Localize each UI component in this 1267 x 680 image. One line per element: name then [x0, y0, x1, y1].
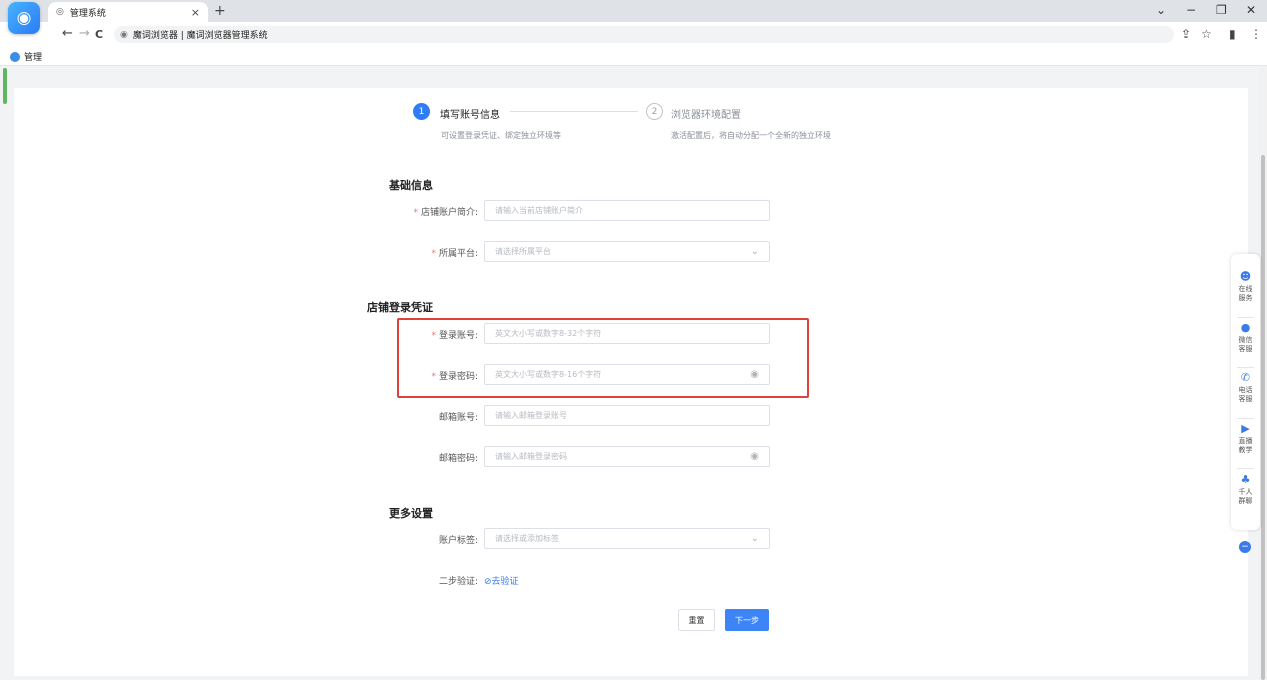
step-1-title: 填写账号信息	[440, 110, 500, 121]
scrollbar-thumb[interactable]	[1261, 155, 1265, 680]
tab-search-chevron-icon[interactable]: ⌄	[1156, 3, 1166, 17]
fingerprint-logo-icon[interactable]: ◉	[8, 2, 40, 34]
close-window-button[interactable]: ✕	[1246, 3, 1256, 17]
bookmarks-bar	[0, 46, 1267, 66]
shop-intro-field[interactable]	[495, 206, 759, 215]
bookmark-label: 管理	[24, 53, 43, 63]
email-password-field[interactable]	[495, 452, 747, 461]
chevron-down-icon[interactable]: ⌄	[751, 246, 759, 257]
browser-menu-icon[interactable]: ⋮	[1250, 27, 1262, 41]
divider	[1237, 317, 1254, 318]
step-1-description: 可设置登录凭证、绑定独立环境等	[441, 131, 561, 140]
highlight-box	[397, 318, 809, 398]
section-title-more: 更多设置	[389, 507, 433, 520]
online-service-button[interactable]: ☻ 在线 服务	[1231, 271, 1260, 303]
bookmark-manage[interactable]: 管理	[10, 50, 42, 63]
minimize-button[interactable]: −	[1186, 3, 1196, 17]
shop-intro-input[interactable]	[484, 200, 770, 221]
side-panel-icon[interactable]: ▮	[1229, 27, 1236, 41]
email-account-field[interactable]	[495, 411, 759, 420]
phone-icon: ✆	[1240, 371, 1251, 384]
restore-button[interactable]: ❐	[1216, 3, 1227, 17]
chevron-down-icon[interactable]: ⌄	[751, 533, 759, 544]
headset-icon: ☻	[1239, 270, 1252, 283]
video-icon: ▶	[1241, 422, 1250, 435]
reset-button[interactable]: 重置	[678, 609, 715, 631]
divider	[1237, 418, 1254, 419]
eye-icon[interactable]: ◉	[750, 451, 759, 462]
divider	[1237, 367, 1254, 368]
browser-tab[interactable]: ◎ 管理系统 ×	[48, 2, 208, 22]
globe-icon: ◎	[56, 7, 64, 17]
service-label: 直播 教学	[1238, 437, 1253, 454]
forward-button[interactable]: →	[79, 26, 90, 41]
wechat-icon: ●	[1240, 321, 1251, 334]
two-step-label: 二步验证:	[438, 577, 478, 587]
shop-intro-label: * 店铺账户简介:	[413, 208, 478, 218]
live-teaching-button[interactable]: ▶ 直播 教学	[1231, 423, 1260, 455]
collapse-sidebar-button[interactable]: −	[1239, 541, 1251, 553]
divider	[1237, 468, 1254, 469]
group-chat-button[interactable]: ♣ 千人 群聊	[1231, 474, 1260, 506]
group-users-icon: ♣	[1240, 473, 1251, 486]
step-2-description: 激活配置后，将自动分配一个全新的独立环境	[671, 131, 831, 140]
share-icon[interactable]: ⇪	[1181, 27, 1191, 41]
account-tags-field[interactable]	[495, 534, 747, 543]
service-label: 微信 客服	[1238, 336, 1253, 353]
platform-label: * 所属平台:	[431, 249, 478, 259]
bookmark-icon	[10, 51, 20, 62]
account-tags-select[interactable]: ⌄	[484, 528, 770, 549]
site-info-icon[interactable]: ◉	[120, 30, 128, 40]
reload-button[interactable]: C	[95, 28, 103, 41]
phone-service-button[interactable]: ✆ 电话 客服	[1231, 372, 1260, 404]
service-sidebar: ☻ 在线 服务 ● 微信 客服 ✆ 电话 客服 ▶ 直播 教学 ♣ 千人 群聊	[1231, 254, 1260, 530]
page-scroll-indicator[interactable]	[3, 68, 7, 104]
section-title-basic: 基础信息	[389, 179, 433, 192]
new-tab-button[interactable]: +	[214, 3, 226, 19]
service-label: 电话 客服	[1238, 386, 1253, 403]
verify-link[interactable]: ⊘去验证	[484, 574, 519, 587]
step-2-indicator: 2	[646, 103, 663, 120]
account-tags-label: 账户标签:	[438, 536, 478, 546]
address-text: 魔词浏览器 | 魔词浏览器管理系统	[132, 31, 268, 41]
required-mark: *	[413, 208, 418, 218]
step-1-indicator: 1	[413, 103, 430, 120]
service-label: 在线 服务	[1238, 285, 1253, 302]
platform-select-field[interactable]	[495, 247, 747, 256]
required-mark: *	[431, 249, 436, 259]
email-password-label: 邮箱密码:	[438, 454, 478, 464]
email-account-input[interactable]	[484, 405, 770, 426]
tab-close-icon[interactable]: ×	[191, 6, 200, 19]
next-step-button[interactable]: 下一步	[725, 609, 769, 631]
section-title-login: 店铺登录凭证	[367, 301, 433, 314]
service-label: 千人 群聊	[1238, 488, 1253, 505]
email-account-label: 邮箱账号:	[438, 413, 478, 423]
bookmark-star-icon[interactable]: ☆	[1201, 27, 1212, 41]
step-connector	[510, 111, 638, 112]
step-2-title: 浏览器环境配置	[671, 110, 741, 121]
address-bar[interactable]: ◉ 魔词浏览器 | 魔词浏览器管理系统	[114, 26, 1174, 43]
back-button[interactable]: ←	[62, 26, 73, 41]
platform-select[interactable]: ⌄	[484, 241, 770, 262]
tab-title: 管理系统	[69, 8, 106, 19]
email-password-input[interactable]: ◉	[484, 446, 770, 467]
wechat-service-button[interactable]: ● 微信 客服	[1231, 322, 1260, 354]
